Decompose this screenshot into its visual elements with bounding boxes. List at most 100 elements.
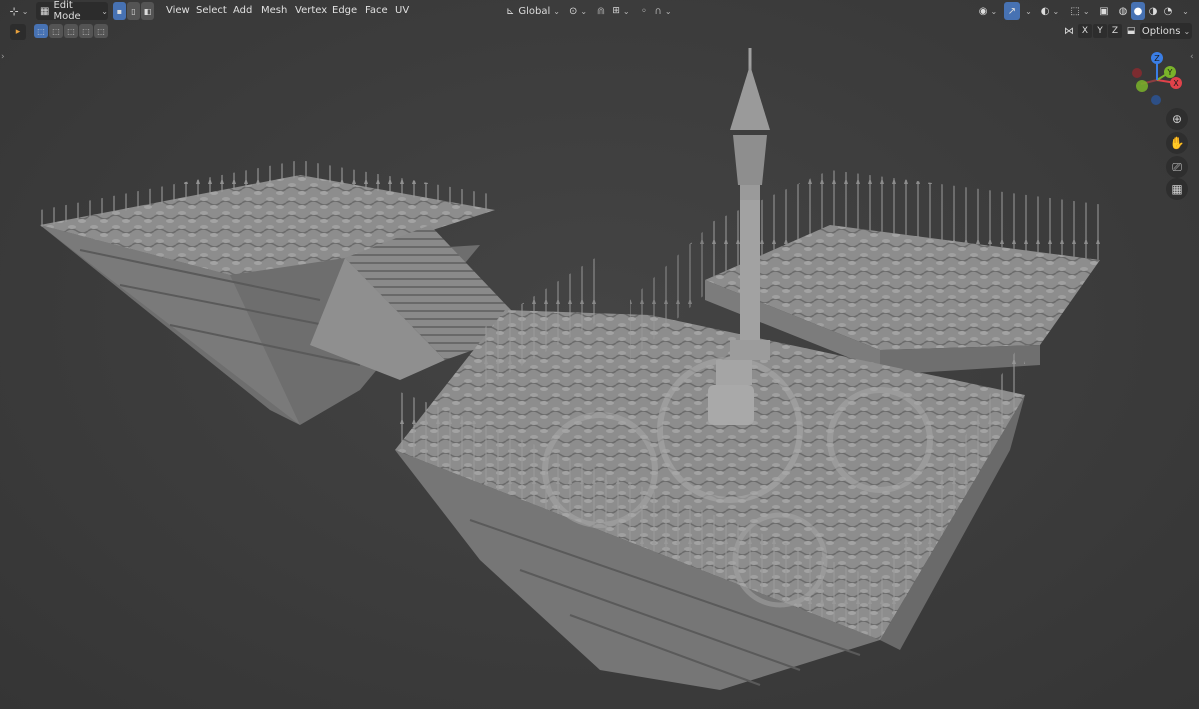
gizmo-dropdown[interactable]: ⌄ xyxy=(1021,2,1033,20)
select-extend-button[interactable]: ⬚ xyxy=(49,24,63,38)
menu-mesh[interactable]: Mesh xyxy=(261,5,287,16)
navigation-gizmo[interactable]: X Y Z xyxy=(1125,50,1189,114)
auto-merge-button[interactable]: ⬓ xyxy=(1124,24,1138,38)
mode-label: Edit Mode xyxy=(53,0,81,22)
orientation-icon: ⊾ xyxy=(506,5,515,17)
menu-uv[interactable]: UV xyxy=(395,5,409,16)
gizmo-toggle[interactable]: ↗ xyxy=(1004,2,1020,20)
face-select-button[interactable]: ◧ xyxy=(141,2,154,20)
select-box-icon: ⬚ xyxy=(37,26,45,36)
shading-options-dropdown[interactable]: ⌄ xyxy=(1177,2,1191,20)
options-dropdown[interactable]: Options ⌄ xyxy=(1140,23,1192,39)
chevron-down-icon: ⌄ xyxy=(1025,6,1032,16)
mirror-icon-button[interactable]: ⋈ xyxy=(1062,24,1076,38)
grid-icon: ▦ xyxy=(1171,182,1183,196)
falloff-curve-icon: ∩ xyxy=(654,5,662,17)
eye-icon: ◉ xyxy=(978,5,988,17)
3d-viewport[interactable]: ⊹ ⌄ ▦ Edit Mode ⌄ ▪ ▯ ◧ View Select Add M… xyxy=(0,0,1199,709)
select-subtract-button[interactable]: ⬚ xyxy=(64,24,78,38)
visibility-dropdown[interactable]: ◉ ⌄ xyxy=(976,2,1000,20)
mirror-x-toggle[interactable]: X xyxy=(1078,24,1092,38)
chevron-down-icon: ⌄ xyxy=(990,6,998,16)
proportional-edit-icon: ◦ xyxy=(641,5,647,17)
camera-view-button[interactable]: ⎚ xyxy=(1166,156,1188,178)
vertex-select-icon: ▪ xyxy=(116,6,123,16)
select-new-button[interactable]: ⬚ xyxy=(34,24,48,38)
snap-toggle[interactable]: ⋒ xyxy=(593,2,609,20)
z-axis-label: Z xyxy=(1154,54,1160,63)
transform-orientation-dropdown[interactable]: ⊾ Global ⌄ xyxy=(504,2,562,20)
menu-vertex[interactable]: Vertex xyxy=(295,5,327,16)
projection-toggle-button[interactable]: ▦ xyxy=(1166,178,1188,200)
mesh-edit-overlays-button[interactable]: ⬚ ⌄ xyxy=(1068,2,1092,20)
mirror-y-toggle[interactable]: Y xyxy=(1093,24,1107,38)
rendered-sphere-icon: ◔ xyxy=(1163,5,1173,17)
chevron-down-icon: ⌄ xyxy=(101,6,108,16)
chevron-down-icon: ⌄ xyxy=(1183,26,1191,36)
rendered-shading-button[interactable]: ◔ xyxy=(1161,2,1175,20)
toolbar-toggle[interactable]: ▸ xyxy=(10,24,26,40)
zoom-button[interactable]: ⊕ xyxy=(1166,108,1188,130)
mirror-z-toggle[interactable]: Z xyxy=(1108,24,1122,38)
pan-button[interactable]: ✋ xyxy=(1166,132,1188,154)
proportional-edit-toggle[interactable]: ◦ xyxy=(637,2,651,20)
wireframe-sphere-icon: ◍ xyxy=(1118,5,1128,17)
falloff-dropdown[interactable]: ∩ ⌄ xyxy=(652,2,674,20)
chevron-down-icon: ⌄ xyxy=(1082,6,1090,16)
x-axis-label: X xyxy=(1173,79,1179,88)
options-label: Options xyxy=(1141,25,1181,37)
mode-selector[interactable]: ▦ Edit Mode ⌄ xyxy=(36,0,108,22)
y-axis-label: Y xyxy=(1167,68,1173,77)
editor-type-button[interactable]: ⊹ ⌄ xyxy=(6,2,32,20)
scene-render xyxy=(40,48,1105,690)
snap-increment-icon: ⊞ xyxy=(612,6,620,16)
viewport-header: ⊹ ⌄ ▦ Edit Mode ⌄ ▪ ▯ ◧ View Select Add M… xyxy=(0,0,1199,22)
merge-icon: ⬓ xyxy=(1126,26,1136,36)
chevron-down-icon: ⌄ xyxy=(1052,6,1060,16)
magnet-icon: ⋒ xyxy=(596,5,606,17)
chevron-down-icon: ⌄ xyxy=(1182,6,1189,16)
face-select-icon: ◧ xyxy=(143,6,152,16)
menu-edge[interactable]: Edge xyxy=(332,5,357,16)
chevron-down-icon: ⌄ xyxy=(622,6,630,16)
n-panel-expand-arrow[interactable]: ‹ xyxy=(1190,52,1194,62)
select-intersect-icon: ⬚ xyxy=(97,26,105,36)
solid-shading-button[interactable]: ● xyxy=(1131,2,1145,20)
neg-y-axis-handle xyxy=(1136,80,1148,92)
edit-mode-icon: ▦ xyxy=(40,5,50,17)
orientation-label: Global xyxy=(518,5,551,17)
chevron-down-icon: ⌄ xyxy=(553,6,560,16)
tool-settings-row: ▸ ⬚ ⬚ ⬚ ⬚ ⬚ ⋈ xyxy=(0,22,1199,40)
editor-type-icon: ⊹ xyxy=(9,4,19,18)
menu-add[interactable]: Add xyxy=(233,5,252,16)
xray-icon: ▣ xyxy=(1099,5,1109,17)
chevron-down-icon: ⌄ xyxy=(580,6,588,16)
select-subtract-icon: ⬚ xyxy=(67,26,75,36)
neg-z-axis-handle xyxy=(1151,95,1161,105)
sidebar-expand-arrow[interactable]: › xyxy=(1,52,5,62)
neg-x-axis-handle xyxy=(1132,68,1142,78)
butterfly-icon: ⋈ xyxy=(1064,25,1074,37)
vertex-select-button[interactable]: ▪ xyxy=(113,2,126,20)
menu-select[interactable]: Select xyxy=(196,5,227,16)
xray-toggle[interactable]: ▣ xyxy=(1097,2,1111,20)
select-invert-button[interactable]: ⬚ xyxy=(79,24,93,38)
cursor-tool-icon: ▸ xyxy=(15,27,21,37)
select-intersect-button[interactable]: ⬚ xyxy=(94,24,108,38)
edge-select-button[interactable]: ▯ xyxy=(127,2,140,20)
solid-sphere-icon: ● xyxy=(1133,5,1143,17)
pivot-icon: ⊙ xyxy=(568,5,578,17)
menu-view[interactable]: View xyxy=(166,5,190,16)
camera-icon: ⎚ xyxy=(1172,159,1182,174)
material-preview-button[interactable]: ◑ xyxy=(1146,2,1160,20)
hand-icon: ✋ xyxy=(1169,136,1185,150)
overlays-button[interactable]: ◐ ⌄ xyxy=(1038,2,1062,20)
menu-face[interactable]: Face xyxy=(365,5,388,16)
edge-select-icon: ▯ xyxy=(131,6,136,16)
magnifier-icon: ⊕ xyxy=(1171,112,1183,126)
wireframe-shading-button[interactable]: ◍ xyxy=(1116,2,1130,20)
snap-settings-button[interactable]: ⊞ ⌄ xyxy=(610,2,632,20)
select-invert-icon: ⬚ xyxy=(82,26,90,36)
select-extend-icon: ⬚ xyxy=(52,26,60,36)
pivot-point-button[interactable]: ⊙ ⌄ xyxy=(566,2,590,20)
